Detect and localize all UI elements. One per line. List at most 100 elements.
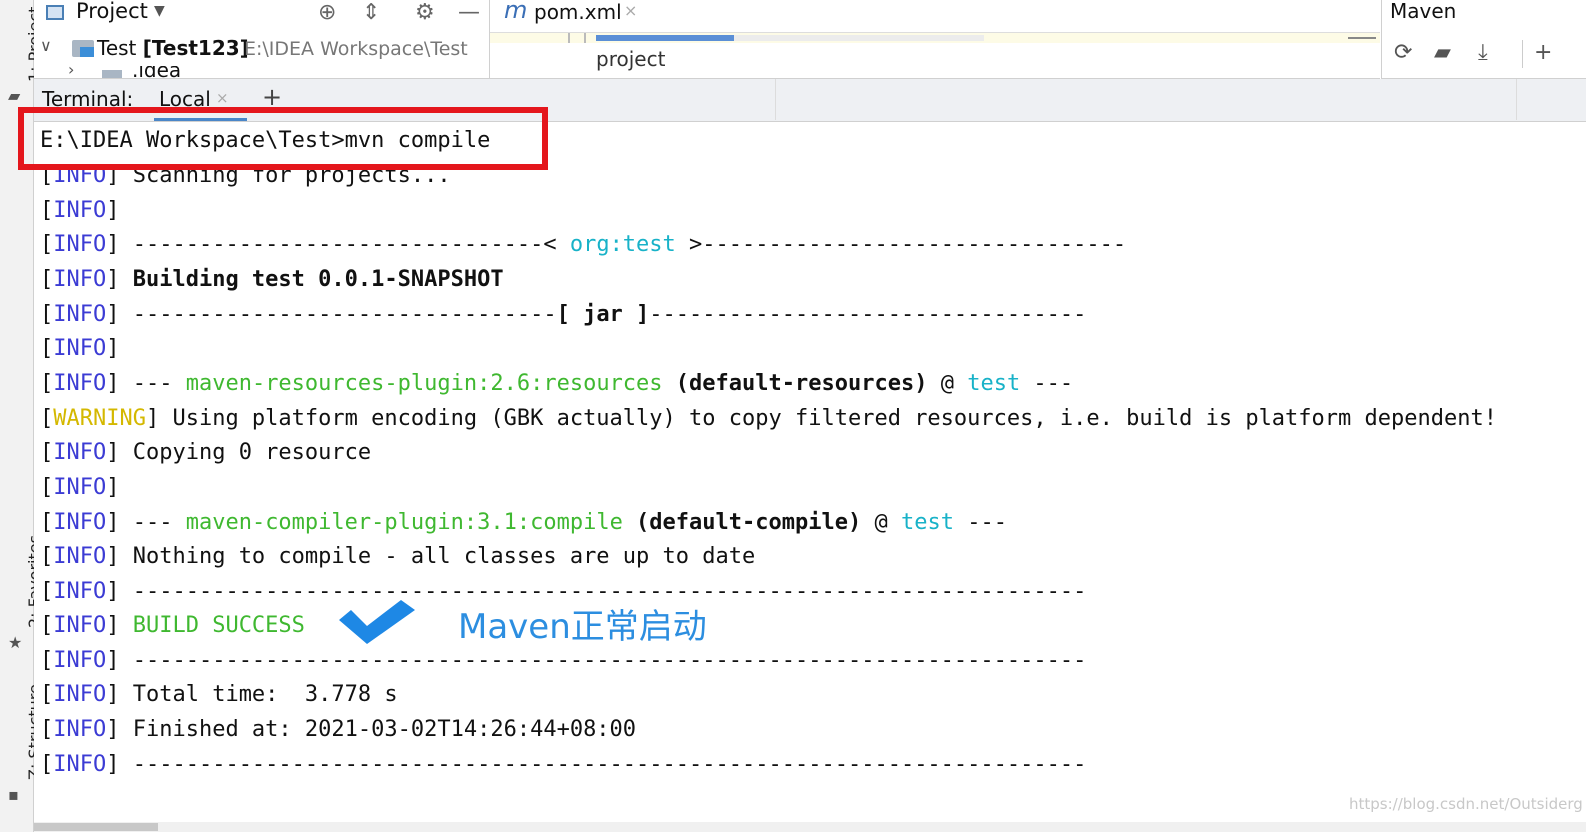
maven-panel-title: Maven (1390, 0, 1457, 23)
log-text: --- (953, 510, 1007, 535)
plus-icon[interactable]: + (1534, 40, 1552, 65)
watermark: https://blog.csdn.net/Outsiderg (1349, 795, 1583, 813)
maven-panel: Maven ⟳ ▰ ⤓ + (1381, 0, 1586, 79)
editor-gutter-strip (490, 32, 1380, 43)
log-tag: INFO (53, 613, 107, 638)
packaging: [ jar ] (556, 302, 650, 327)
project-tool-tab[interactable]: 1: Project ▰ (0, 0, 44, 110)
artifact-id: test (967, 371, 1021, 396)
terminal-output[interactable]: E:\IDEA Workspace\Test>mvn compile [INFO… (34, 122, 1586, 822)
log-text: Building test 0.0.1-SNAPSHOT (119, 267, 504, 292)
terminal-line: [INFO] Copying 0 resource (40, 440, 372, 465)
download-icon[interactable]: ⤓ (1478, 40, 1488, 65)
line-highlight (734, 35, 984, 41)
scroll-marker (1348, 37, 1376, 39)
terminal-line: [INFO] --------------------------------[… (40, 302, 1087, 327)
divider (775, 79, 776, 120)
log-tag: INFO (53, 752, 107, 777)
terminal-line: [INFO] Finished at: 2021-03-02T14:26:44+… (40, 717, 637, 742)
tree-item-label: .idea (132, 66, 182, 79)
check-icon (339, 600, 415, 644)
selection-highlight (596, 35, 734, 41)
folder-icon: ▰ (8, 86, 21, 105)
log-text: Copying 0 resource (119, 440, 372, 465)
divider (1516, 79, 1517, 120)
log-tag: INFO (53, 371, 107, 396)
execution-id: (default-resources) (662, 371, 928, 396)
log-tag: INFO (53, 510, 107, 535)
log-tag: INFO (53, 267, 107, 292)
module-alias: [Test123] (142, 36, 249, 60)
chevron-right-icon[interactable]: › (68, 66, 74, 78)
log-tag: INFO (53, 648, 107, 673)
tree-item-label: Test [Test123] (97, 36, 249, 60)
log-tag: INFO (53, 544, 107, 569)
terminal-line: [INFO] (40, 475, 120, 500)
terminal-line: [INFO] (40, 198, 120, 223)
log-tag: INFO (53, 475, 107, 500)
terminal-line: [INFO] ---------------------------------… (40, 752, 1087, 777)
scrollbar-thumb[interactable] (34, 823, 158, 831)
gear-icon[interactable]: ⚙ (415, 0, 435, 25)
terminal-line: [INFO] (40, 336, 120, 361)
chevron-down-icon[interactable]: ∨ (40, 36, 52, 55)
log-tag: INFO (53, 717, 107, 742)
horizontal-scrollbar[interactable] (34, 822, 1586, 832)
terminal-line: [INFO] -------------------------------< … (40, 232, 1127, 257)
build-status: BUILD SUCCESS (119, 613, 305, 638)
log-text: -------------------------------- (119, 302, 557, 327)
annotation-text: Maven正常启动 (458, 607, 707, 647)
terminal-line: [WARNING] Using platform encoding (GBK a… (40, 406, 1497, 431)
log-text: --- (119, 371, 186, 396)
log-text: @ (861, 510, 901, 535)
tree-item-idea[interactable]: › .idea (34, 66, 489, 79)
maven-file-icon: m (504, 0, 528, 24)
minimize-icon[interactable]: — (458, 0, 480, 25)
structure-icon: ▪ (8, 785, 19, 804)
favorites-tool-tab[interactable]: 2: Favorites ★ (0, 530, 44, 660)
star-icon: ★ (8, 633, 23, 652)
breadcrumb[interactable]: project (596, 47, 665, 71)
close-icon[interactable]: × (624, 1, 637, 20)
log-tag: INFO (53, 682, 107, 707)
terminal-line: [INFO] BUILD SUCCESS (40, 613, 305, 638)
log-tag: INFO (53, 336, 107, 361)
log-tag: INFO (53, 198, 107, 223)
log-text: >-------------------------------- (675, 232, 1127, 257)
project-view-selector[interactable]: Project (76, 0, 148, 23)
log-tag: INFO (53, 302, 107, 327)
gutter-mark (584, 33, 586, 43)
log-text: Using platform encoding (GBK actually) t… (159, 406, 1497, 431)
log-text: --------------------------------- (649, 302, 1087, 327)
terminal-line: [INFO] --- maven-resources-plugin:2.6:re… (40, 371, 1074, 396)
log-text: --- (119, 510, 186, 535)
editor-tab-pom[interactable]: m pom.xml × (494, 0, 644, 30)
log-text: -------------------------------< (119, 232, 570, 257)
terminal-line: [INFO] ---------------------------------… (40, 648, 1087, 673)
editor-area: m pom.xml × project (490, 0, 1380, 79)
log-tag: INFO (53, 232, 107, 257)
plugin-name: maven-compiler-plugin:3.1:compile (185, 510, 623, 535)
terminal-line: [INFO] Building test 0.0.1-SNAPSHOT (40, 267, 504, 292)
log-text: --- (1020, 371, 1074, 396)
structure-tool-tab[interactable]: Z: Structure ▪ (0, 680, 44, 810)
artifact-id: org:test (569, 232, 676, 257)
toolbar-separator (1522, 40, 1523, 68)
close-icon[interactable]: × (216, 89, 229, 107)
refresh-icon[interactable]: ⟳ (1394, 40, 1412, 65)
collapse-icon[interactable]: ⇕ (362, 0, 380, 25)
execution-id: (default-compile) (622, 510, 862, 535)
folder-sync-icon[interactable]: ▰ (1434, 40, 1451, 65)
highlight-box (18, 107, 548, 170)
module-name: Test (97, 36, 137, 60)
log-text: ----------------------------------------… (119, 752, 1087, 777)
chevron-down-icon[interactable]: ▼ (154, 3, 165, 19)
crosshair-icon[interactable]: ⊕ (318, 0, 336, 25)
log-text: Nothing to compile - all classes are up … (119, 544, 756, 569)
module-path: E:\IDEA Workspace\Test (244, 38, 468, 60)
tree-item-test[interactable]: ∨ Test [Test123] E:\IDEA Workspace\Test (34, 36, 489, 64)
project-view-icon (46, 5, 64, 20)
log-text: @ (927, 371, 968, 396)
log-tag-warning: WARNING (53, 406, 146, 431)
editor-tab-label: pom.xml (534, 0, 622, 24)
